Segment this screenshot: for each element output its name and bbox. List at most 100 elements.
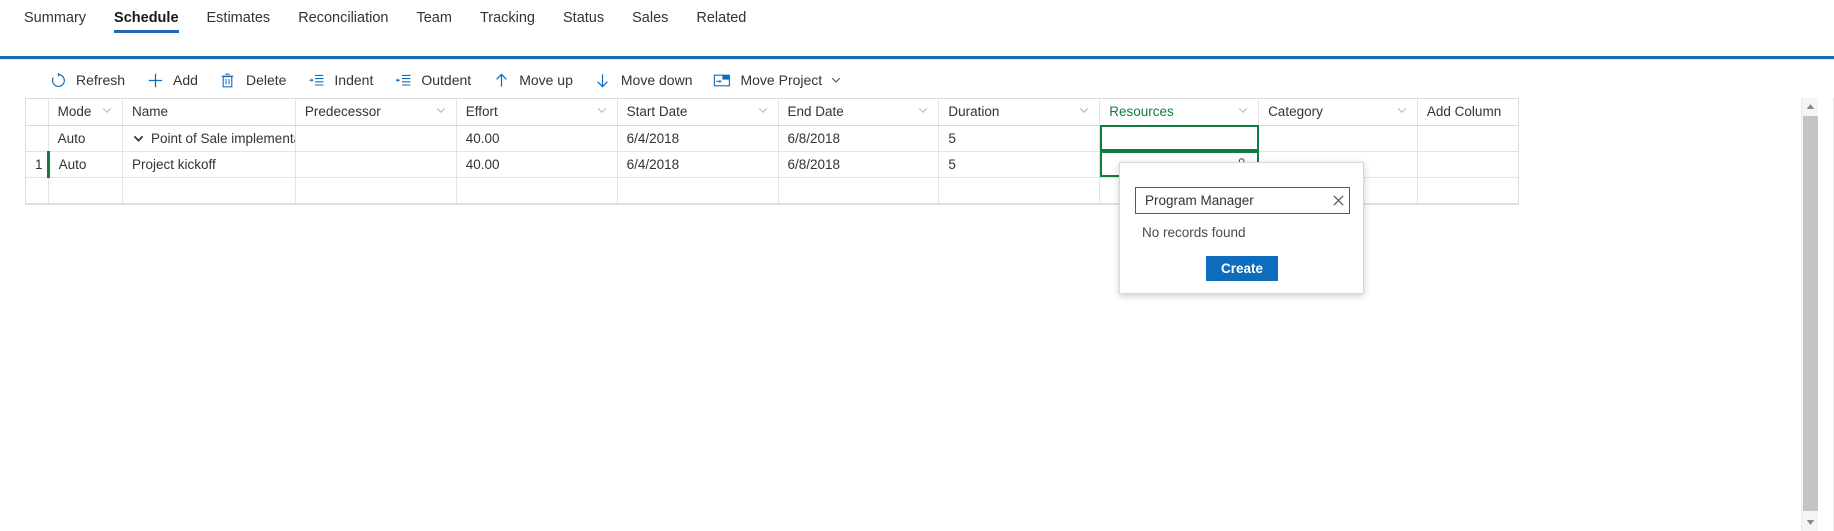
cell-start-date[interactable]: 6/4/2018	[617, 125, 779, 152]
cell-effort[interactable]	[456, 177, 618, 204]
lookup-search-input[interactable]	[1136, 188, 1326, 213]
cell-resources[interactable]	[1099, 125, 1260, 152]
chevron-down-icon[interactable]	[757, 104, 769, 119]
close-icon[interactable]	[1326, 188, 1350, 213]
move-project-icon	[712, 70, 732, 90]
col-header-resources[interactable]: Resources	[1099, 99, 1260, 126]
cell-mode[interactable]	[48, 177, 124, 204]
col-header-end-date[interactable]: End Date	[778, 99, 940, 126]
arrow-up-icon	[491, 70, 511, 90]
primary-tab-bar: Summary Schedule Estimates Reconciliatio…	[0, 0, 1834, 36]
move-down-button[interactable]: Move down	[589, 64, 704, 96]
refresh-button[interactable]: Refresh	[44, 64, 136, 96]
col-label: Resources	[1109, 104, 1174, 120]
move-project-button[interactable]: Move Project	[708, 64, 854, 96]
cell-duration[interactable]: 5	[938, 151, 1101, 178]
vertical-scrollbar[interactable]	[1801, 98, 1818, 531]
cell-rownum	[26, 125, 49, 152]
tab-summary[interactable]: Summary	[10, 0, 100, 36]
scrollbar-thumb[interactable]	[1803, 116, 1818, 511]
col-header-start-date[interactable]: Start Date	[617, 99, 779, 126]
delete-label: Delete	[245, 72, 287, 88]
create-button[interactable]: Create	[1206, 256, 1278, 281]
tab-team[interactable]: Team	[402, 0, 465, 36]
cell-end-date[interactable]	[778, 177, 940, 204]
col-header-duration[interactable]: Duration	[938, 99, 1101, 126]
chevron-expand-icon[interactable]	[132, 132, 145, 145]
chevron-down-icon[interactable]	[1237, 104, 1249, 119]
col-header-category[interactable]: Category	[1258, 99, 1418, 126]
cell-predecessor[interactable]	[295, 151, 457, 178]
cell-rownum	[26, 177, 49, 204]
cell-end-date[interactable]: 6/8/2018	[778, 125, 940, 152]
cell-predecessor[interactable]	[295, 125, 457, 152]
chevron-down-icon[interactable]	[596, 104, 608, 119]
cell-start-date[interactable]: 6/4/2018	[617, 151, 779, 178]
tab-label: Tracking	[479, 10, 535, 26]
tab-reconciliation[interactable]: Reconciliation	[284, 0, 402, 36]
grey-divider	[0, 59, 1834, 60]
cell-add-column[interactable]	[1417, 177, 1518, 204]
cell-duration[interactable]	[938, 177, 1101, 204]
cell-duration[interactable]: 5	[938, 125, 1101, 152]
table-header-row: Mode Name Predecessor Effort Start Date …	[26, 99, 1518, 126]
grid-toolbar: Refresh Add Delete Indent Outdent Move u…	[0, 62, 1834, 98]
add-label: Add	[173, 72, 198, 88]
move-up-button[interactable]: Move up	[487, 64, 584, 96]
tab-tracking[interactable]: Tracking	[466, 0, 549, 36]
col-header-effort[interactable]: Effort	[456, 99, 618, 126]
table-row[interactable]: Auto Point of Sale implementati 40.00 6/…	[26, 125, 1518, 152]
chevron-down-icon[interactable]	[435, 104, 447, 119]
tab-label: Schedule	[114, 10, 179, 26]
cell-mode[interactable]: Auto	[48, 125, 124, 152]
cell-add-column[interactable]	[1417, 151, 1518, 178]
chevron-down-icon[interactable]	[917, 104, 929, 119]
delete-button[interactable]: Delete	[214, 64, 297, 96]
outdent-label: Outdent	[421, 72, 472, 88]
tab-label: Related	[696, 10, 747, 26]
cell-predecessor[interactable]	[295, 177, 457, 204]
cell-name[interactable]: Project kickoff	[122, 151, 296, 178]
tab-status[interactable]: Status	[549, 0, 618, 36]
scroll-down-icon[interactable]	[1802, 514, 1819, 531]
tab-schedule[interactable]: Schedule	[100, 0, 192, 36]
plus-icon	[145, 70, 165, 90]
no-records-message: No records found	[1142, 225, 1246, 240]
cell-start-date[interactable]	[617, 177, 779, 204]
cell-add-column[interactable]	[1417, 125, 1518, 152]
chevron-down-icon[interactable]	[1396, 104, 1408, 119]
cell-name[interactable]	[122, 177, 296, 204]
lookup-search-box[interactable]	[1135, 187, 1350, 214]
outdent-button[interactable]: Outdent	[389, 64, 482, 96]
col-header-name[interactable]: Name	[122, 99, 296, 126]
tab-sales[interactable]: Sales	[618, 0, 682, 36]
indent-button[interactable]: Indent	[302, 64, 384, 96]
create-button-label: Create	[1220, 261, 1264, 276]
chevron-down-icon[interactable]	[1078, 104, 1090, 119]
schedule-page: Summary Schedule Estimates Reconciliatio…	[0, 0, 1834, 531]
cell-effort[interactable]: 40.00	[456, 125, 618, 152]
cell-rownum: 1	[26, 151, 49, 178]
cell-name[interactable]: Point of Sale implementati	[122, 125, 296, 152]
tab-label: Estimates	[206, 10, 271, 26]
move-down-label: Move down	[620, 72, 693, 88]
col-header-add-column[interactable]: Add Column	[1417, 99, 1518, 126]
cell-name-text: Point of Sale implementati	[151, 130, 296, 146]
cell-category[interactable]	[1258, 125, 1418, 152]
scroll-up-icon[interactable]	[1802, 98, 1819, 115]
col-header-mode[interactable]: Mode	[48, 99, 124, 126]
chevron-down-icon[interactable]	[101, 104, 113, 119]
tab-related[interactable]: Related	[682, 0, 760, 36]
col-label: Name	[132, 104, 169, 120]
col-header-predecessor[interactable]: Predecessor	[295, 99, 457, 126]
tab-estimates[interactable]: Estimates	[193, 0, 285, 36]
indent-label: Indent	[334, 72, 374, 88]
chevron-down-icon	[829, 73, 843, 87]
cell-mode[interactable]: Auto	[46, 151, 124, 178]
col-label: Predecessor	[304, 104, 381, 120]
col-label: Effort	[465, 104, 498, 120]
cell-end-date[interactable]: 6/8/2018	[778, 151, 940, 178]
cell-effort[interactable]: 40.00	[456, 151, 618, 178]
add-button[interactable]: Add	[141, 64, 209, 96]
col-label: Start Date	[626, 104, 688, 120]
